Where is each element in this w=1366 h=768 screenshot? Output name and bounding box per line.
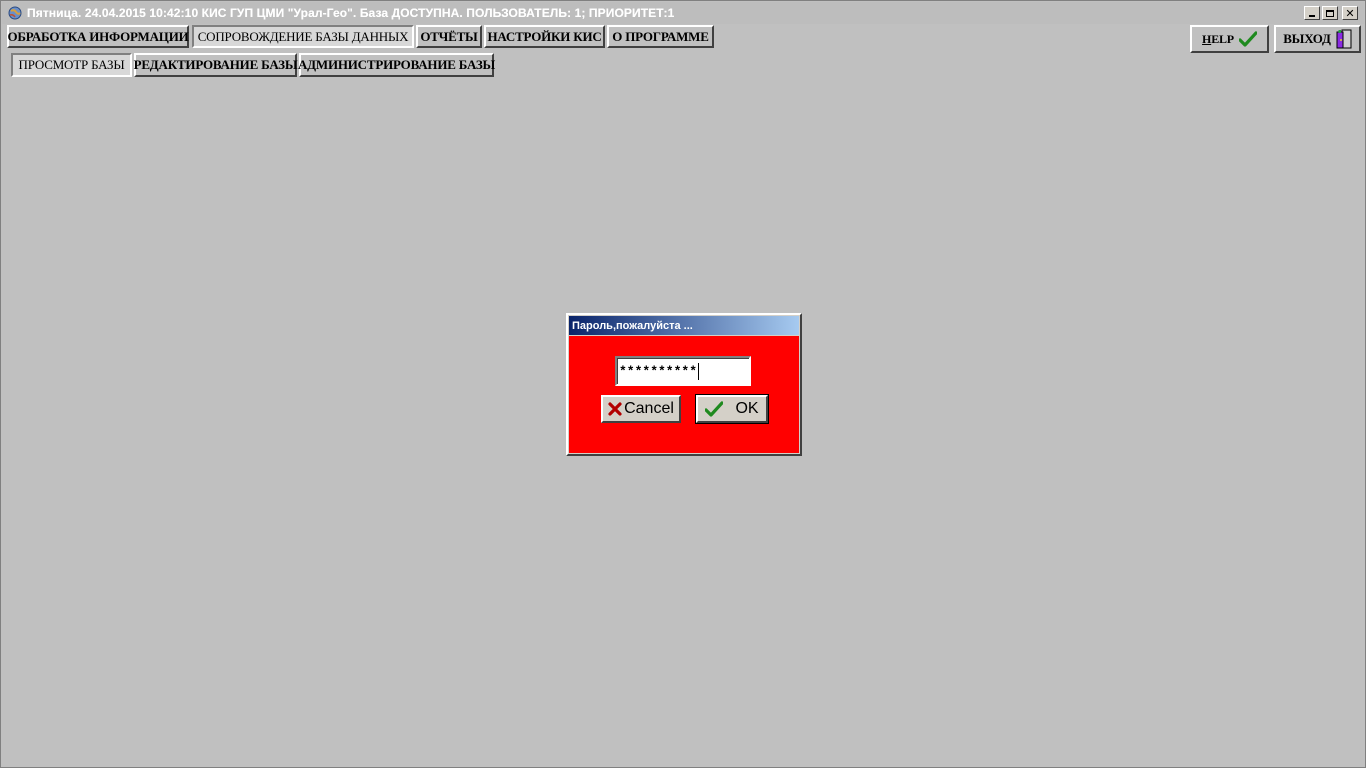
text-caret (698, 362, 700, 380)
subtab-label: ПРОСМОТР БАЗЫ (18, 57, 125, 72)
tab-label: О ПРОГРАММЕ (612, 28, 709, 44)
tab-label: ОТЧЁТЫ (420, 28, 478, 44)
subtab-administer-database[interactable]: АДМИНИСТРИРОВАНИЕ БАЗЫ (297, 53, 496, 77)
title-bar[interactable]: Пятница. 24.04.2015 10:42:10 КИС ГУП ЦМИ… (2, 2, 1364, 24)
close-button[interactable]: ✕ (1342, 6, 1358, 20)
tab-label: СОПРОВОЖДЕНИЕ БАЗЫ ДАННЫХ (197, 28, 409, 44)
subtab-label: РЕДАКТИРОВАНИЕ БАЗЫ (133, 57, 298, 72)
main-window: Пятница. 24.04.2015 10:42:10 КИС ГУП ЦМИ… (0, 0, 1366, 768)
door-exit-icon (1336, 29, 1352, 49)
app-globe-icon (7, 5, 23, 21)
maximize-icon (1326, 9, 1334, 17)
close-icon: ✕ (1345, 6, 1355, 20)
subtab-view-database[interactable]: ПРОСМОТР БАЗЫ (11, 53, 132, 77)
exit-button[interactable]: ВЫХОД (1274, 25, 1361, 53)
window-title: Пятница. 24.04.2015 10:42:10 КИС ГУП ЦМИ… (27, 6, 675, 20)
password-dialog: Пароль,пожалуйста ... ********** Cancel (566, 313, 802, 456)
ok-label: OK (735, 400, 759, 417)
checkmark-icon (705, 401, 724, 417)
tab-kis-settings[interactable]: НАСТРОЙКИ КИС (484, 25, 605, 48)
dialog-title: Пароль,пожалуйста ... (572, 319, 693, 332)
minimize-icon (1309, 15, 1315, 17)
tab-label: НАСТРОЙКИ КИС (487, 28, 602, 44)
exit-label: ВЫХОД (1283, 31, 1331, 46)
window-controls: ✕ (1304, 6, 1358, 20)
tab-database-maintenance[interactable]: СОПРОВОЖДЕНИЕ БАЗЫ ДАННЫХ (192, 25, 414, 48)
password-input[interactable]: ********** (615, 356, 751, 386)
subtab-edit-database[interactable]: РЕДАКТИРОВАНИЕ БАЗЫ (133, 53, 298, 77)
subtab-label: АДМИНИСТРИРОВАНИЕ БАЗЫ (297, 57, 496, 72)
tab-about[interactable]: О ПРОГРАММЕ (607, 25, 714, 48)
dialog-body: ********** Cancel OK (569, 336, 799, 453)
dialog-title-bar[interactable]: Пароль,пожалуйста ... (569, 316, 799, 335)
cancel-label: Cancel (624, 400, 674, 417)
maximize-button[interactable] (1322, 6, 1338, 20)
minimize-button[interactable] (1304, 6, 1320, 20)
cancel-button[interactable]: Cancel (601, 395, 681, 423)
help-label: HELP (1202, 31, 1234, 46)
password-value: ********** (619, 363, 698, 379)
checkmark-icon (1238, 31, 1257, 47)
tab-reports[interactable]: ОТЧЁТЫ (416, 25, 482, 48)
help-button[interactable]: HELP (1190, 25, 1269, 53)
x-mark-icon (608, 402, 622, 416)
tab-information-processing[interactable]: ОБРАБОТКА ИНФОРМАЦИИ (7, 25, 189, 48)
tab-label: ОБРАБОТКА ИНФОРМАЦИИ (7, 28, 189, 44)
ok-button[interactable]: OK (695, 394, 769, 424)
